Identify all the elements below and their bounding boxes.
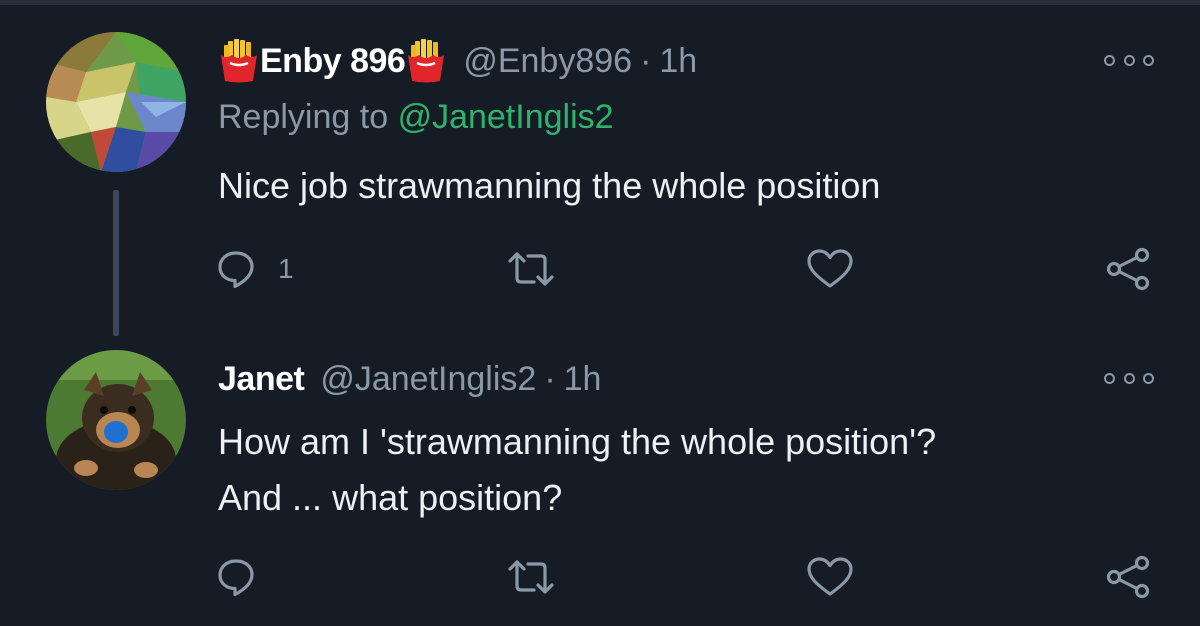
avatar[interactable]	[46, 350, 186, 490]
action-bar	[0, 552, 1200, 602]
like-button[interactable]	[806, 244, 854, 294]
reply-button[interactable]: 1	[216, 244, 294, 294]
reply-icon	[218, 251, 254, 289]
more-options-icon[interactable]	[1104, 368, 1154, 388]
heart-icon	[807, 249, 853, 288]
display-name[interactable]: Enby 896	[260, 42, 406, 81]
retweet-button[interactable]	[506, 552, 556, 602]
user-handle[interactable]: @Enby896	[463, 42, 632, 81]
avatar-image	[46, 32, 186, 172]
replying-to-label: Replying to	[218, 98, 389, 136]
reply-count: 1	[278, 253, 294, 284]
mention-link[interactable]: @JanetInglis2	[398, 98, 614, 136]
reply-button[interactable]	[216, 552, 278, 602]
tweet-text-line: Nice job strawmanning the whole position	[218, 165, 881, 206]
tweet-text: How am I 'strawmanning the whole positio…	[218, 414, 936, 526]
tweet-text: Nice job strawmanning the whole position	[218, 158, 880, 214]
separator-dot: ·	[640, 41, 652, 80]
fries-icon	[218, 39, 260, 83]
share-button[interactable]	[1104, 244, 1152, 294]
reply-icon	[218, 559, 254, 597]
more-options-icon[interactable]	[1104, 50, 1154, 70]
share-icon	[1106, 555, 1150, 599]
separator-dot: ·	[544, 359, 556, 398]
action-bar: 1	[0, 244, 1200, 294]
like-button[interactable]	[806, 552, 854, 602]
display-name[interactable]: Janet	[218, 360, 305, 399]
share-button[interactable]	[1104, 552, 1152, 602]
tweet-header: Janet @JanetInglis2 · 1h	[218, 356, 601, 402]
share-icon	[1106, 247, 1150, 291]
tweet-header: Enby 896 @Enby896 · 1h	[218, 36, 697, 86]
retweet-button[interactable]	[506, 244, 556, 294]
user-handle[interactable]: @JanetInglis2	[320, 360, 536, 399]
avatar[interactable]	[46, 32, 186, 172]
timestamp[interactable]: 1h	[564, 360, 602, 399]
retweet-icon	[508, 560, 554, 594]
avatar-image	[46, 350, 186, 490]
heart-icon	[807, 557, 853, 596]
tweet-enby896[interactable]: Enby 896 @Enby896 · 1h Replying to @Jane…	[0, 0, 1200, 336]
replying-to: Replying to @JanetInglis2	[218, 98, 614, 137]
timestamp[interactable]: 1h	[659, 42, 697, 81]
retweet-icon	[508, 252, 554, 286]
tweet-text-line: And ... what position?	[218, 477, 563, 518]
tweet-janet[interactable]: Janet @JanetInglis2 · 1h How am I 'straw…	[0, 330, 1200, 626]
tweet-text-line: How am I 'strawmanning the whole positio…	[218, 421, 937, 462]
fries-icon	[405, 39, 447, 83]
